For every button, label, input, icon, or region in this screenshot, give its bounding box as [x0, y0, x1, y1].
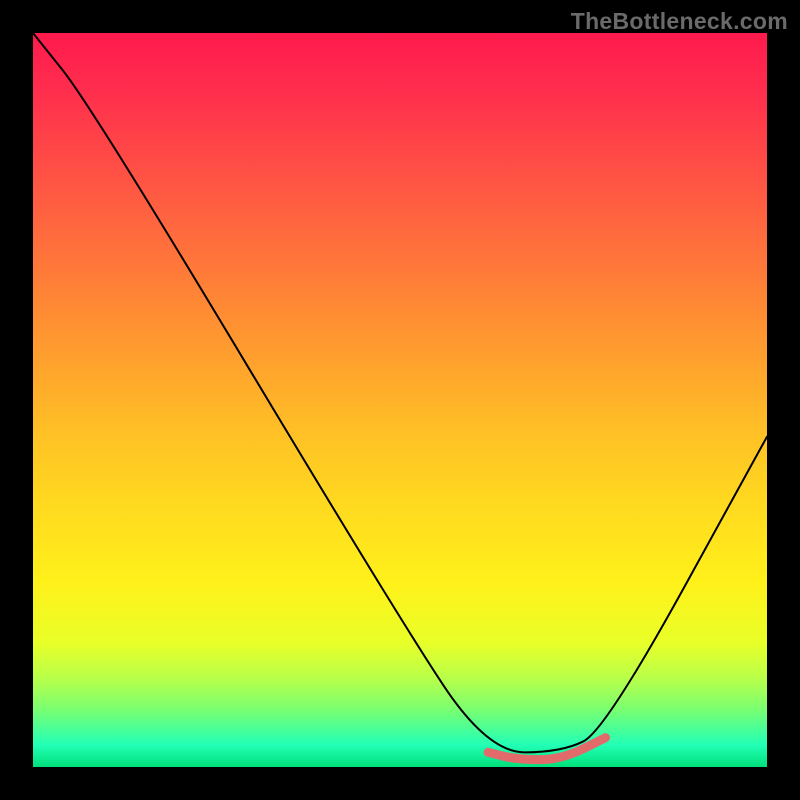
chart-frame: TheBottleneck.com	[0, 0, 800, 800]
low-bottleneck-highlight	[488, 738, 605, 760]
bottleneck-curve-path	[33, 33, 767, 752]
watermark-text: TheBottleneck.com	[571, 8, 788, 35]
bottleneck-line-chart	[33, 33, 767, 767]
chart-plot-area	[33, 33, 767, 767]
